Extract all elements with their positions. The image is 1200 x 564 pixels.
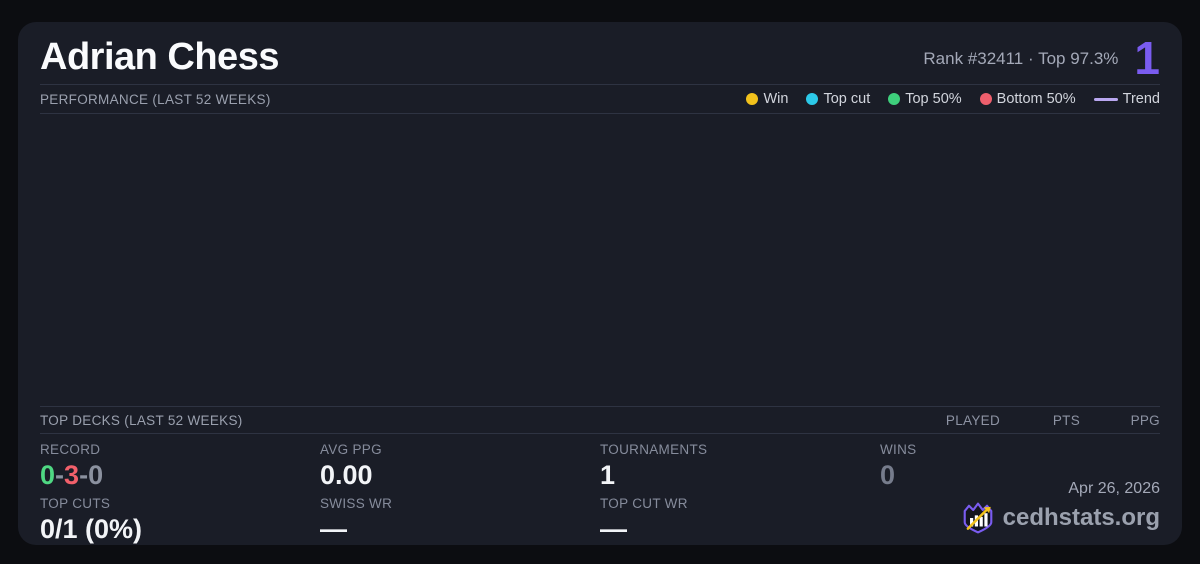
legend-item: Trend [1094,91,1160,107]
legend-item: Win [746,91,788,107]
legend-item: Bottom 50% [980,91,1076,107]
stat-avg-ppg-value: 0.00 [320,461,600,489]
legend-item: Top 50% [888,91,961,107]
rank-summary: Rank #32411 · Top 97.3% 1 [923,26,1160,79]
stat-avg-ppg: AVG PPG 0.00 [320,442,600,489]
bottom-50-dot-icon [980,93,992,105]
legend-label: Top cut [823,91,870,107]
stat-swiss-wr-label: SWISS WR [320,496,600,511]
legend-label: Bottom 50% [997,91,1076,107]
column-header-pts: PTS [1000,413,1080,428]
page-title: Adrian Chess [40,28,279,79]
column-header-played: PLAYED [920,413,1000,428]
stat-top-cuts-value: 0/1 (0%) [40,515,320,543]
legend-item: Top cut [806,91,870,107]
rank-text: Rank #32411 · Top 97.3% [923,49,1118,69]
chart-legend: Win Top cut Top 50% Bottom 50% Trend [746,91,1160,107]
trend-line-icon [1094,98,1118,101]
stat-tournaments-label: TOURNAMENTS [600,442,880,457]
stat-record-label: RECORD [40,442,320,457]
stat-top-cut-wr-value: — [600,515,880,543]
performance-header-row: PERFORMANCE (LAST 52 WEEKS) Win Top cut To… [40,85,1160,114]
top-50-dot-icon [888,93,900,105]
stat-tournaments: TOURNAMENTS 1 [600,442,880,489]
stat-tournaments-value: 1 [600,461,880,489]
stat-wins-label: WINS [880,442,1160,457]
generated-date: Apr 26, 2026 [961,480,1160,498]
top-cut-dot-icon [806,93,818,105]
stat-swiss-wr-value: — [320,515,600,543]
record-wins: 0 [40,460,55,490]
record-losses: 3 [64,460,79,490]
win-dot-icon [746,93,758,105]
record-draws: 0 [88,460,103,490]
stat-swiss-wr: SWISS WR — [320,496,600,543]
stat-avg-ppg-label: AVG PPG [320,442,600,457]
legend-label: Trend [1123,91,1160,107]
stat-top-cut-wr-label: TOP CUT WR [600,496,880,511]
cedhstats-logo-icon [961,501,995,535]
record-separator: - [79,460,88,490]
rank-number: 1 [1134,38,1160,79]
record-separator: - [55,460,64,490]
brand: cedhstats.org [961,501,1160,535]
stat-record: RECORD 0-3-0 [40,442,320,489]
column-header-ppg: PPG [1080,413,1160,428]
top-decks-heading: TOP DECKS (LAST 52 WEEKS) [40,413,243,428]
card-header: Adrian Chess Rank #32411 · Top 97.3% 1 [40,22,1160,85]
legend-label: Top 50% [905,91,961,107]
brand-name: cedhstats.org [1003,504,1160,532]
performance-chart [40,114,1160,407]
card-footer: Apr 26, 2026 cedhstats.org [961,480,1160,535]
stat-top-cuts: TOP CUTS 0/1 (0%) [40,496,320,543]
stat-top-cuts-label: TOP CUTS [40,496,320,511]
stat-top-cut-wr: TOP CUT WR — [600,496,880,543]
performance-heading: PERFORMANCE (LAST 52 WEEKS) [40,92,271,107]
top-decks-header-row: TOP DECKS (LAST 52 WEEKS) PLAYED PTS PPG [40,407,1160,434]
stat-record-value: 0-3-0 [40,461,320,489]
legend-label: Win [763,91,788,107]
top-decks-columns: PLAYED PTS PPG [920,413,1160,428]
player-stats-card: Adrian Chess Rank #32411 · Top 97.3% 1 P… [18,22,1182,545]
